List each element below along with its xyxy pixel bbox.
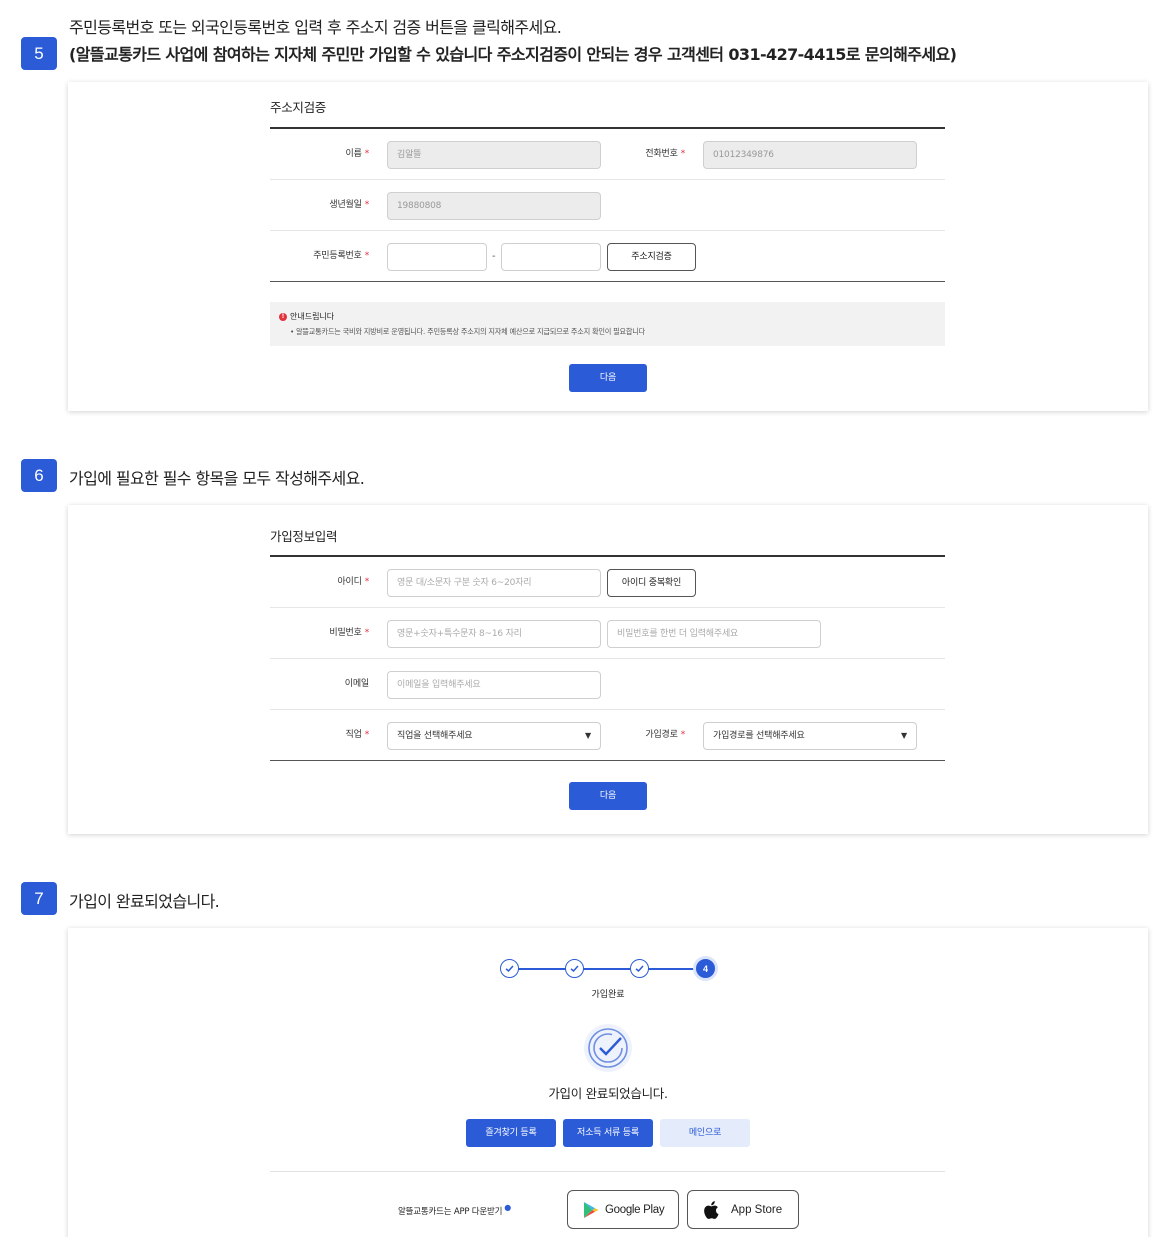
step-5-note: (알뜰교통카드 사업에 참여하는 지자체 주민만 가입할 수 있습니다 주소지검… — [69, 45, 957, 64]
address-verification-card: 주소지검증 이름 * 김알뜰 전화번호 * 01012349876 생년월일 * 19… — [68, 82, 1148, 411]
google-play-icon — [584, 1201, 599, 1218]
google-play-button[interactable]: Google Play — [567, 1190, 679, 1229]
signup-info-form: 가입정보입력 아이디 * 영문 대/소문자 구분 숫자 6~20자리 아이디 중복… — [270, 505, 945, 761]
apple-icon — [704, 1200, 719, 1219]
job-select[interactable]: 직업을 선택해주세요 ▼ — [387, 722, 601, 750]
id-row: 아이디 * 영문 대/소문자 구분 숫자 6~20자리 아이디 중복확인 — [270, 557, 945, 608]
password-row: 비밀번호 * 영문+숫자+특수문자 8~16 자리 비밀번호를 한번 더 입력해주… — [270, 608, 945, 659]
next-button-step5[interactable]: 다음 — [569, 364, 647, 392]
stepper-label: 가입완료 — [591, 990, 625, 1000]
rrn-dash: - — [492, 251, 496, 262]
password-input[interactable]: 영문+숫자+특수문자 8~16 자리 — [387, 620, 601, 648]
job-route-row: 직업 * 직업을 선택해주세요 ▼ 가입경로 * 가입경로를 선택해주세요 ▼ — [270, 710, 945, 761]
dropdown-arrow-icon: ▼ — [585, 731, 591, 740]
rrn-back-input[interactable] — [501, 243, 601, 271]
route-select[interactable]: 가입경로를 선택해주세요 ▼ — [703, 722, 917, 750]
form-title: 가입정보입력 — [270, 505, 945, 557]
notice-title: ! 안내드립니다 — [279, 311, 334, 322]
phone-field[interactable]: 01012349876 — [703, 141, 917, 169]
address-verify-button[interactable]: 주소지검증 — [607, 243, 696, 271]
progress-stepper: 4 — [500, 959, 716, 979]
dropdown-arrow-icon: ▼ — [901, 731, 907, 740]
step-7-badge: 7 — [21, 882, 57, 915]
rrn-label: 주민등록번호 * — [313, 251, 369, 261]
phone-label: 전화번호 * — [645, 149, 685, 159]
notice-box: ! 안내드립니다 • 알뜰교통카드는 국비와 지방비로 운영됩니다. 주민등록상… — [270, 302, 945, 346]
favorite-register-button[interactable]: 즐겨찾기 등록 — [466, 1119, 556, 1147]
step-1-check-icon — [500, 959, 519, 978]
step-3-check-icon — [630, 959, 649, 978]
step-6-badge: 6 — [21, 459, 57, 492]
step-4-active: 4 — [696, 959, 715, 978]
step-5-instruction: 주민등록번호 또는 외국인등록번호 입력 후 주소지 검증 버튼을 클릭해주세요… — [69, 18, 562, 37]
name-field[interactable]: 김알뜰 — [387, 141, 601, 169]
name-label: 이름 * — [345, 149, 370, 159]
step-7-instruction: 가입이 완료되었습니다. — [69, 892, 220, 911]
main-page-button[interactable]: 메인으로 — [660, 1119, 750, 1147]
divider — [270, 1171, 945, 1172]
route-label: 가입경로 * — [645, 730, 685, 740]
complete-message: 가입이 완료되었습니다. — [548, 1086, 668, 1101]
password-confirm-input[interactable]: 비밀번호를 한번 더 입력해주세요 — [607, 620, 821, 648]
birth-label: 생년월일 * — [329, 200, 369, 210]
name-phone-row: 이름 * 김알뜰 전화번호 * 01012349876 — [270, 129, 945, 180]
stepper-line — [518, 968, 698, 970]
app-store-button[interactable]: App Store — [687, 1190, 799, 1229]
birth-field[interactable]: 19880808 — [387, 192, 601, 220]
app-download-label: 알뜰교통카드는 APP 다운받기 ● — [398, 1203, 512, 1217]
signup-info-card: 가입정보입력 아이디 * 영문 대/소문자 구분 숫자 6~20자리 아이디 중복… — [68, 505, 1148, 834]
step-6-instruction: 가입에 필요한 필수 항목을 모두 작성해주세요. — [69, 469, 365, 488]
complete-check-icon — [584, 1024, 632, 1072]
email-input[interactable]: 이메일을 입력해주세요 — [387, 671, 601, 699]
birth-row: 생년월일 * 19880808 — [270, 180, 945, 231]
alert-icon: ! — [279, 312, 287, 321]
email-row: 이메일 이메일을 입력해주세요 — [270, 659, 945, 710]
form-title: 주소지검증 — [270, 82, 945, 129]
id-duplicate-check-button[interactable]: 아이디 중복확인 — [607, 569, 696, 597]
password-label: 비밀번호 * — [329, 628, 369, 638]
step-2-check-icon — [565, 959, 584, 978]
step-5-badge: 5 — [21, 37, 57, 70]
email-label: 이메일 — [344, 679, 369, 689]
address-verification-form: 주소지검증 이름 * 김알뜰 전화번호 * 01012349876 생년월일 * 19… — [270, 82, 945, 282]
rrn-row: 주민등록번호 * - 주소지검증 — [270, 231, 945, 282]
signup-complete-card: 4 가입완료 가입이 완료되었습니다. 즐겨찾기 등록 저소득 서류 등록 메인… — [68, 928, 1148, 1237]
notice-body: • 알뜰교통카드는 국비와 지방비로 운영됩니다. 주민등록상 주소지의 지자체… — [290, 327, 645, 336]
low-income-docs-button[interactable]: 저소득 서류 등록 — [563, 1119, 653, 1147]
id-label: 아이디 * — [337, 577, 369, 587]
id-input[interactable]: 영문 대/소문자 구분 숫자 6~20자리 — [387, 569, 601, 597]
next-button-step6[interactable]: 다음 — [569, 782, 647, 810]
job-label: 직업 * — [345, 730, 370, 740]
rrn-front-input[interactable] — [387, 243, 487, 271]
